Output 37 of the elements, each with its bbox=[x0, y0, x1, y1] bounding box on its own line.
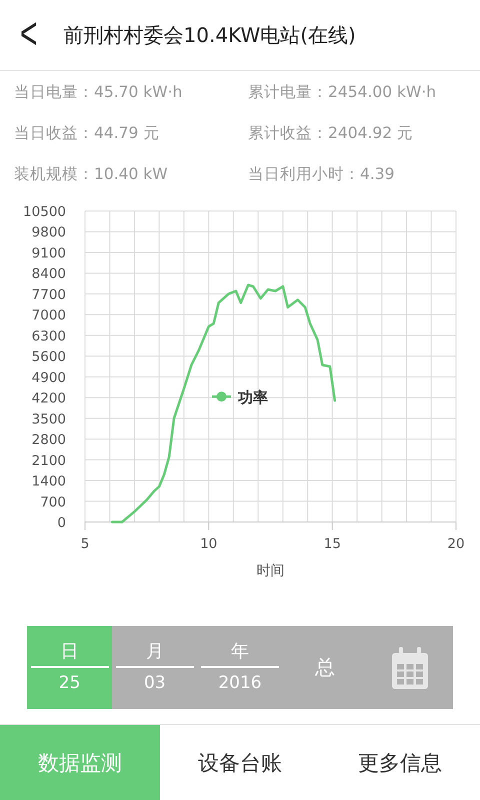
bottom-tab[interactable]: 数据监测 bbox=[0, 725, 160, 800]
axis-tick-label: 6300 bbox=[32, 328, 66, 344]
axis-tick-label: 4900 bbox=[32, 370, 66, 386]
axis-tick-label: 0 bbox=[57, 515, 66, 531]
axis-tick-label: 700 bbox=[40, 494, 66, 510]
axis-tick-label: 1400 bbox=[32, 474, 66, 490]
period-tab[interactable]: 月 03 bbox=[112, 626, 198, 709]
axis-tick-label: 20 bbox=[447, 536, 465, 552]
axis-tick-label: 2100 bbox=[32, 452, 66, 469]
period-tab[interactable]: 日 25 bbox=[27, 626, 112, 709]
legend-marker-icon bbox=[212, 392, 231, 402]
stat-text: 当日收益：44.79 元 bbox=[14, 123, 160, 144]
axis-tick-label: 5 bbox=[80, 536, 90, 552]
legend-label: 功率 bbox=[238, 388, 268, 407]
calendar-icon bbox=[392, 646, 428, 688]
axis-tick-label: 10 bbox=[200, 536, 218, 552]
axis-tick-label: 2800 bbox=[32, 432, 66, 448]
axis-tick-label: 7700 bbox=[32, 286, 66, 303]
axis-tick-label: 9800 bbox=[32, 224, 66, 241]
total-tab[interactable]: 总 bbox=[282, 626, 368, 709]
stat-text: 当日电量：45.70 kW·h bbox=[14, 82, 184, 103]
stat-text: 当日利用小时：4.39 bbox=[248, 164, 396, 185]
axis-title: 时间 bbox=[256, 563, 284, 579]
axis-tick-label: 8400 bbox=[32, 266, 66, 282]
back-button[interactable]: < bbox=[20, 12, 38, 58]
stat-text: 累计收益：2404.92 元 bbox=[248, 123, 414, 144]
axis-tick-label: 5600 bbox=[32, 349, 66, 366]
period-tab[interactable]: 年 2016 bbox=[197, 626, 283, 709]
axis-tick-label: 10500 bbox=[23, 204, 66, 220]
axis-tick-label: 4200 bbox=[32, 390, 66, 407]
stat-text: 装机规模：10.40 kW bbox=[14, 164, 169, 185]
axis-tick-label: 7000 bbox=[32, 308, 66, 324]
axis-tick-label: 15 bbox=[324, 536, 341, 552]
axis-tick-label: 9100 bbox=[32, 245, 66, 262]
stat-text: 累计电量：2454.00 kW·h bbox=[248, 82, 438, 103]
axis-tick-label: 3500 bbox=[32, 411, 66, 428]
station-title: 前刑村村委会10.4KW电站(在线) bbox=[64, 22, 356, 48]
